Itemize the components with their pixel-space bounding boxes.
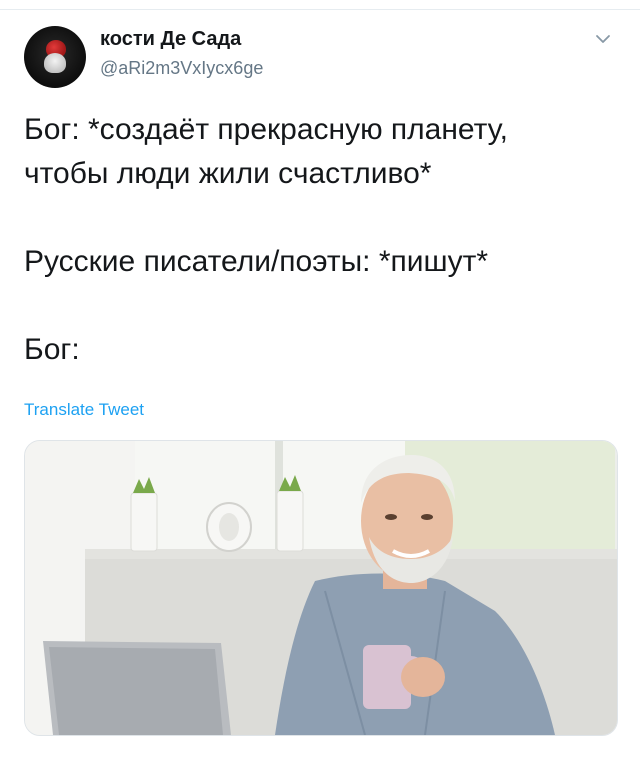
top-divider <box>0 0 640 10</box>
tweet-text: Бог: *создаёт прекрасную планету, чтобы … <box>24 108 620 372</box>
author-handle[interactable]: @aRi2m3VxIycx6ge <box>100 58 263 79</box>
chevron-down-icon[interactable] <box>594 30 612 48</box>
tweet-text-line: Бог: *создаёт прекрасную планету, <box>24 113 508 146</box>
tweet[interactable]: кости Де Сада @aRi2m3VxIycx6ge Бог: *соз… <box>0 10 640 758</box>
translate-tweet-link[interactable]: Translate Tweet <box>24 400 144 420</box>
avatar[interactable] <box>24 26 86 88</box>
tweet-text-line: Бог: <box>24 333 80 366</box>
meme-photo <box>25 441 617 735</box>
author-display-name[interactable]: кости Де Сада <box>100 28 241 51</box>
tweet-text-line: чтобы люди жили счастливо* <box>24 157 432 190</box>
tweet-text-line: Русские писатели/поэты: *пишут* <box>24 245 489 278</box>
tweet-image[interactable] <box>24 440 618 736</box>
skull-icon <box>44 53 66 73</box>
